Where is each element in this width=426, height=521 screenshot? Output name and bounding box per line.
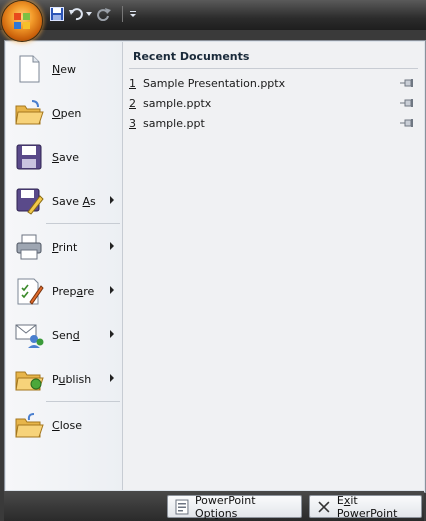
qat-separator <box>122 6 123 22</box>
menu-divider <box>46 223 120 224</box>
menu-item-publish[interactable]: Publish <box>6 358 122 400</box>
qat-save-button[interactable] <box>50 5 64 23</box>
new-document-icon <box>19 55 40 83</box>
qat-customize-button[interactable] <box>129 5 137 23</box>
pin-icon[interactable] <box>400 117 414 129</box>
options-icon <box>175 499 189 514</box>
powerpoint-options-button[interactable]: PowerPoint Options <box>167 493 302 520</box>
menu-item-send[interactable]: Send <box>6 314 122 356</box>
recent-item-number: 3 <box>129 116 136 130</box>
redo-icon <box>97 8 111 21</box>
submenu-arrow-icon <box>110 196 114 204</box>
save-as-icon <box>16 188 44 215</box>
exit-powerpoint-label: Exit PowerPoint <box>336 493 398 520</box>
menu-item-open[interactable]: Open <box>6 92 122 134</box>
submenu-arrow-icon <box>110 242 114 250</box>
pin-icon[interactable] <box>400 97 414 109</box>
menu-footer: PowerPoint Options Exit PowerPoint <box>4 491 424 521</box>
submenu-arrow-icon <box>110 374 114 382</box>
recent-item[interactable]: 1 Sample Presentation.pptx <box>129 73 418 93</box>
menu-divider <box>46 401 120 402</box>
quick-access-toolbar <box>48 4 141 24</box>
open-folder-icon <box>15 100 44 125</box>
undo-icon <box>69 8 83 21</box>
recent-item-name: sample.ppt <box>143 116 205 130</box>
pin-icon[interactable] <box>400 77 414 89</box>
close-icon <box>318 500 330 513</box>
send-icon <box>15 324 44 348</box>
menu-item-prepare[interactable]: Prepare <box>6 270 122 312</box>
recent-documents-pane: Recent Documents 1 Sample Presentation.p… <box>123 42 424 490</box>
publish-icon <box>15 371 44 391</box>
printer-icon <box>16 234 42 260</box>
title-bar <box>0 0 426 30</box>
floppy-icon <box>16 144 42 170</box>
menu-label-save: Save <box>52 150 80 164</box>
menu-item-new[interactable]: New <box>6 48 122 90</box>
menu-label-save-as: Save As <box>52 194 96 208</box>
menu-commands: New Open Save Save As Print Prepare Send… <box>6 42 123 490</box>
office-logo-icon <box>14 13 30 29</box>
chevron-down-icon <box>86 12 92 16</box>
recent-item[interactable]: 2 sample.pptx <box>129 93 418 113</box>
submenu-arrow-icon <box>110 286 114 294</box>
qat-redo-button[interactable] <box>96 5 112 23</box>
office-menu: New Open Save Save As Print Prepare Send… <box>4 40 426 493</box>
menu-label-open: Open <box>52 106 82 120</box>
submenu-arrow-icon <box>110 330 114 338</box>
menu-item-print[interactable]: Print <box>6 226 122 268</box>
menu-item-save-as[interactable]: Save As <box>6 180 122 222</box>
qat-undo-button[interactable] <box>68 5 92 23</box>
dropdown-arrow-icon <box>130 11 136 17</box>
recent-item-number: 1 <box>129 76 136 90</box>
menu-label-print: Print <box>52 240 78 254</box>
exit-powerpoint-button[interactable]: Exit PowerPoint <box>309 493 422 520</box>
menu-item-save[interactable]: Save <box>6 136 122 178</box>
recent-documents-title: Recent Documents <box>133 50 250 63</box>
menu-label-prepare: Prepare <box>52 284 95 298</box>
menu-item-close[interactable]: Close <box>6 404 122 446</box>
powerpoint-options-label: PowerPoint Options <box>194 493 256 520</box>
recent-item-name: sample.pptx <box>143 96 212 110</box>
recent-item-number: 2 <box>129 96 136 110</box>
prepare-icon <box>17 278 44 305</box>
recent-divider <box>129 68 418 69</box>
menu-label-new: New <box>52 62 76 76</box>
recent-item[interactable]: 3 sample.ppt <box>129 113 418 133</box>
floppy-icon <box>50 7 64 21</box>
office-button[interactable] <box>2 1 42 41</box>
menu-label-publish: Publish <box>52 372 92 386</box>
close-folder-icon <box>15 413 44 438</box>
menu-label-send: Send <box>52 328 80 342</box>
recent-item-name: Sample Presentation.pptx <box>143 76 286 90</box>
menu-label-close: Close <box>52 418 82 432</box>
